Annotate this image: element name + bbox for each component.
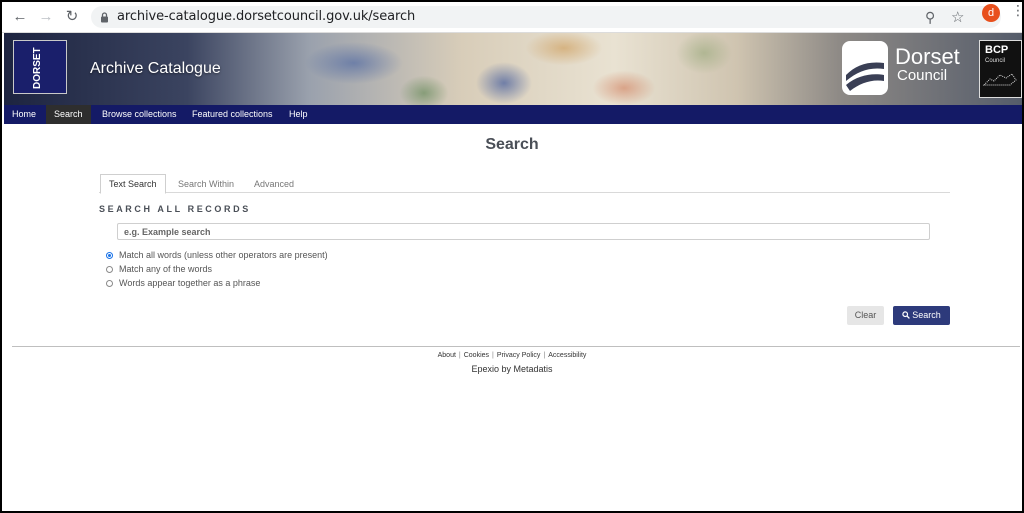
- nav-home[interactable]: Home: [12, 105, 36, 124]
- tab-advanced[interactable]: Advanced: [254, 175, 294, 193]
- search-input[interactable]: [117, 223, 930, 240]
- footer-link-cookies[interactable]: Cookies: [464, 352, 489, 359]
- footer-links: About | Cookies | Privacy Policy | Accessibili…: [2, 352, 1022, 359]
- footer-link-about[interactable]: About: [438, 352, 456, 359]
- tab-text-search[interactable]: Text Search: [100, 174, 166, 194]
- option-label: Match any of the words: [119, 264, 213, 274]
- footer-credit[interactable]: Epexio by Metadatis: [2, 364, 1022, 374]
- dorset-history-logo[interactable]: DORSET: [13, 40, 67, 94]
- lock-icon: [101, 12, 108, 23]
- menu-dots-icon[interactable]: ⋮: [1011, 3, 1022, 17]
- bcp-title: BCP: [985, 44, 1009, 56]
- section-heading: SEARCH ALL RECORDS: [99, 204, 251, 214]
- zoom-icon[interactable]: ⚲: [925, 9, 935, 26]
- main-nav: Home Search Browse collections Featured …: [4, 105, 1022, 124]
- radio-button[interactable]: [106, 280, 113, 287]
- dorset-name: Dorset: [895, 44, 960, 69]
- browser-toolbar: ← → ↻ archive-catalogue.dorsetcouncil.go…: [2, 2, 1022, 33]
- search-button[interactable]: Search: [893, 306, 950, 325]
- nav-search[interactable]: Search: [46, 105, 91, 124]
- option-label: Words appear together as a phrase: [119, 278, 261, 288]
- dorset-sub: Council: [897, 67, 948, 84]
- separator: |: [492, 352, 494, 359]
- bookmark-star-icon[interactable]: ☆: [951, 8, 964, 26]
- reload-icon[interactable]: ↻: [63, 8, 81, 26]
- search-button-label: Search: [912, 310, 941, 320]
- url-text: archive-catalogue.dorsetcouncil.gov.uk/s…: [117, 9, 416, 24]
- footer-link-accessibility[interactable]: Accessibility: [548, 352, 586, 359]
- logo-text: DORSET: [32, 47, 43, 89]
- back-arrow-icon[interactable]: ←: [11, 8, 29, 26]
- radio-button[interactable]: [106, 266, 113, 273]
- browser-window: ← → ↻ archive-catalogue.dorsetcouncil.go…: [0, 0, 1024, 513]
- footer-link-privacy[interactable]: Privacy Policy: [497, 352, 541, 359]
- profile-avatar[interactable]: d: [982, 4, 1000, 22]
- forward-arrow-icon[interactable]: →: [37, 8, 55, 26]
- search-icon: [902, 311, 911, 319]
- option-label: Match all words (unless other operators …: [119, 250, 328, 260]
- bcp-map-icon: [982, 73, 1017, 86]
- clear-button[interactable]: Clear: [847, 306, 884, 325]
- bcp-council-logo[interactable]: BCP Council: [979, 40, 1022, 98]
- site-banner: DORSET Archive Catalogue Dorset Council …: [4, 33, 1022, 105]
- separator: |: [458, 352, 461, 359]
- radio-button[interactable]: [106, 252, 113, 259]
- page-title: Search: [485, 136, 539, 153]
- address-bar[interactable]: archive-catalogue.dorsetcouncil.gov.uk/s…: [91, 6, 1001, 28]
- site-title[interactable]: Archive Catalogue: [90, 60, 221, 78]
- bcp-sub: Council: [985, 58, 1006, 64]
- nav-browse-collections[interactable]: Browse collections: [102, 105, 177, 124]
- footer-divider: [12, 346, 1020, 347]
- tab-search-within[interactable]: Search Within: [178, 175, 234, 193]
- dorset-council-logo-icon[interactable]: [842, 41, 888, 95]
- nav-help[interactable]: Help: [289, 105, 308, 124]
- nav-featured-collections[interactable]: Featured collections: [192, 105, 273, 124]
